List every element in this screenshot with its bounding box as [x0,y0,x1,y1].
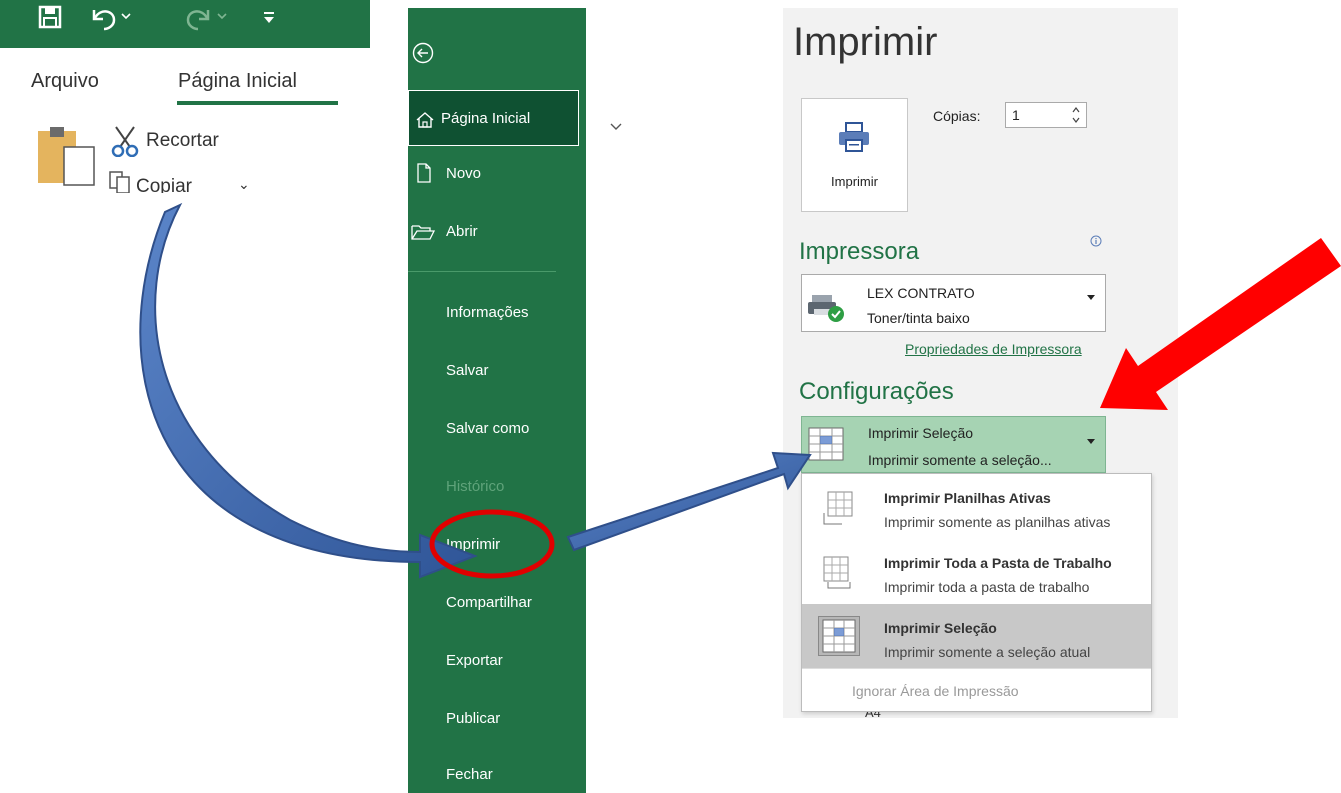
nav-salvar-como[interactable]: Salvar como [408,408,586,448]
nav-label: Página Inicial [441,109,531,127]
back-arrow-icon[interactable] [412,42,434,69]
home-icon [415,111,435,133]
nav-publicar[interactable]: Publicar [408,698,586,738]
menu-item-desc: Imprimir somente a seleção atual [884,644,1091,660]
ribbon-crop: Arquivo Página Inicial Recortar Copiar ⌄ [0,0,370,193]
nav-label: Exportar [446,651,503,669]
copies-spinner-icon[interactable] [1071,104,1081,128]
print-button-label: Imprimir [831,174,878,189]
straight-blue-arrow [566,451,812,552]
menu-item-title: Imprimir Planilhas Ativas [884,490,1051,506]
print-button[interactable]: Imprimir [801,98,908,212]
paste-icon[interactable] [36,125,98,192]
scissors-icon [110,125,140,162]
settings-section-title: Configurações [799,378,954,405]
workbook-icon [822,556,854,595]
chevron-down-icon[interactable] [609,116,623,137]
nav-pagina-inicial[interactable]: Página Inicial [408,90,579,146]
copy-button[interactable]: Copiar [136,176,192,193]
customize-toolbar-icon[interactable] [262,4,276,34]
caret-down-icon[interactable] [1086,294,1096,305]
nav-label: Compartilhar [446,593,532,611]
new-document-icon [416,163,432,187]
nav-abrir[interactable]: Abrir [408,211,586,251]
copy-icon [108,170,132,193]
nav-label: Novo [446,164,482,182]
menu-item-title: Imprimir Toda a Pasta de Trabalho [884,555,1112,571]
nav-label: Fechar [446,765,493,783]
print-selection-icon [818,616,860,661]
nav-exportar[interactable]: Exportar [408,640,586,680]
nav-historico: Histórico [408,466,586,506]
redo-icon[interactable] [180,4,230,38]
print-selection-icon [808,427,844,466]
undo-icon[interactable] [88,4,132,38]
backstage-nav: Página Inicial Novo Abrir Informações Sa… [408,8,586,793]
printer-name: LEX CONTRATO [867,285,975,301]
nav-fechar[interactable]: Fechar [408,754,586,793]
nav-label: Imprimir [446,535,501,553]
nav-compartilhar[interactable]: Compartilhar [408,582,586,622]
folder-icon [410,223,436,245]
menu-item-desc: Imprimir somente as planilhas ativas [884,514,1111,530]
cut-button[interactable]: Recortar [146,130,219,152]
nav-salvar[interactable]: Salvar [408,350,586,390]
active-sheets-icon [822,491,854,530]
print-what-menu: Imprimir Planilhas Ativas Imprimir somen… [801,473,1152,712]
active-tab-indicator [177,101,338,105]
menu-item-title: Ignorar Área de Impressão [852,683,1019,699]
printer-section-title: Impressora [799,238,920,265]
nav-label: Informações [446,303,529,321]
nav-novo[interactable]: Novo [408,153,586,193]
menu-item-title: Imprimir Seleção [884,620,997,636]
tab-arquivo[interactable]: Arquivo [31,70,99,93]
nav-label: Salvar como [446,419,530,437]
printer-status: Toner/tinta baixo [867,310,970,326]
save-icon[interactable] [38,4,62,36]
tab-pagina-inicial[interactable]: Página Inicial [178,70,297,93]
chevron-down-icon[interactable]: ⌄ [238,176,250,193]
menu-item-desc: Imprimir toda a pasta de trabalho [884,579,1090,595]
info-icon[interactable] [1090,235,1102,250]
nav-label: Publicar [446,709,501,727]
nav-imprimir[interactable]: Imprimir [408,524,586,564]
nav-divider [408,271,556,272]
nav-label: Salvar [446,361,489,379]
menu-item-print-active-sheets[interactable]: Imprimir Planilhas Ativas Imprimir somen… [802,474,1151,538]
page-title: Imprimir [793,20,938,64]
printer-status-icon [806,292,848,329]
copies-label: Cópias: [933,108,981,124]
menu-item-ignore-print-area: Ignorar Área de Impressão [802,668,1151,709]
printer-properties-link[interactable]: Propriedades de Impressora [905,341,1082,357]
nav-informacoes[interactable]: Informações [408,292,586,332]
nav-label: Abrir [446,222,478,240]
quick-access-toolbar [0,0,370,48]
menu-item-print-workbook[interactable]: Imprimir Toda a Pasta de Trabalho Imprim… [802,539,1151,603]
selected-option-title: Imprimir Seleção [868,425,974,441]
printer-icon [837,121,871,158]
caret-down-icon[interactable] [1086,438,1096,449]
selected-option-desc: Imprimir somente a seleção... [868,452,1052,468]
nav-label: Histórico [446,477,505,495]
menu-item-print-selection[interactable]: Imprimir Seleção Imprimir somente a sele… [802,604,1151,668]
